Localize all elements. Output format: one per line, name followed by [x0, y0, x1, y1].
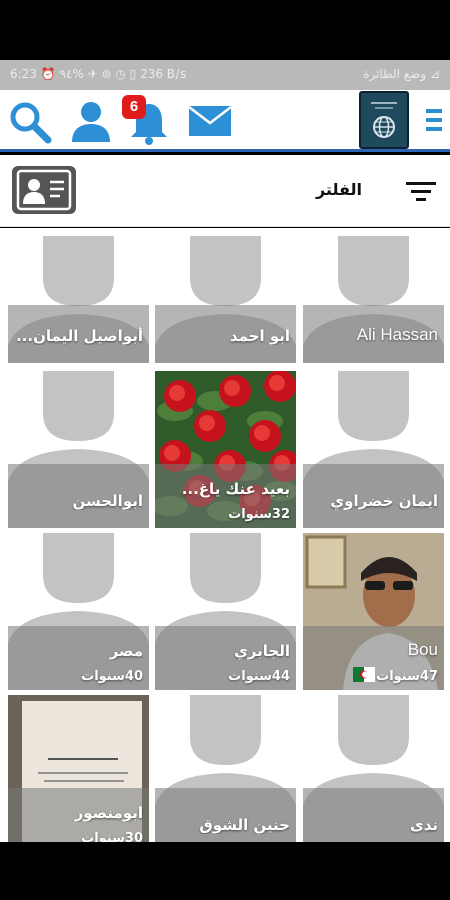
- profile-tile[interactable]: ايمان خضراوي: [303, 371, 444, 528]
- menu-icon[interactable]: [424, 106, 444, 134]
- person-icon[interactable]: [70, 100, 112, 144]
- profile-tile[interactable]: بعيد عنك ياغ... 32سنوات: [155, 371, 296, 528]
- profile-name: Bou: [407, 640, 438, 659]
- profile-name: ندى: [409, 816, 438, 834]
- profile-tile[interactable]: أبواصيل اليمان...: [8, 236, 149, 363]
- mail-icon[interactable]: [188, 105, 232, 137]
- passport-button[interactable]: [359, 91, 409, 149]
- passport-icon: [371, 102, 397, 138]
- bottom-area: [0, 842, 450, 900]
- profile-age: 32سنوات: [228, 507, 290, 522]
- notification-badge: 6: [122, 95, 146, 119]
- profile-name: الجابري: [234, 642, 290, 660]
- profile-name: ابومنصور: [74, 804, 143, 822]
- profile-tile[interactable]: الجابري 44سنوات: [155, 533, 296, 690]
- app-bar: 6: [0, 90, 450, 152]
- status-bar: ‪6:23 ⏰ ‏٩٤%‎ ✈ ⊚ ◷ ▯ 236 B/s وضع الطائر…: [0, 60, 450, 90]
- profile-age: 47سنوات: [376, 669, 438, 684]
- filter-label[interactable]: الفلتر: [316, 180, 362, 199]
- profile-tile[interactable]: Ali Hassan: [303, 236, 444, 363]
- status-right: وضع الطائرة ⊿: [363, 67, 440, 81]
- profile-tile[interactable]: ابو احمد: [155, 236, 296, 363]
- search-icon[interactable]: [8, 100, 52, 144]
- profile-grid: Ali Hassan ابو احمد أبواصيل اليمان... ايمان…: [0, 228, 450, 842]
- profile-name: Ali Hassan: [356, 325, 438, 344]
- profile-tile[interactable]: Bou 47سنوات: [303, 533, 444, 690]
- flag-icon: [353, 667, 375, 682]
- profile-name: ابوالحسن: [72, 492, 143, 510]
- profile-tile[interactable]: حنين الشوق: [155, 695, 296, 842]
- filter-icon[interactable]: [404, 180, 438, 202]
- contact-card-icon: [16, 169, 72, 211]
- profile-tile[interactable]: مصر 40سنوات: [8, 533, 149, 690]
- profile-tile[interactable]: ندى: [303, 695, 444, 842]
- profile-name: ايمان خضراوي: [330, 492, 438, 510]
- contact-card-button[interactable]: [12, 166, 76, 214]
- screen: ‪6:23 ⏰ ‏٩٤%‎ ✈ ⊚ ◷ ▯ 236 B/s وضع الطائر…: [0, 0, 450, 900]
- profile-age: 44سنوات: [228, 669, 290, 684]
- filter-bar: الفلتر: [0, 155, 450, 227]
- profile-age: 30سنوات: [81, 831, 143, 842]
- profile-name: بعيد عنك ياغ...: [181, 480, 290, 498]
- status-left: ‪6:23 ⏰ ‏٩٤%‎ ✈ ⊚ ◷ ▯ 236 B/s: [10, 67, 187, 81]
- profile-age: 40سنوات: [81, 669, 143, 684]
- profile-name: ابو احمد: [229, 327, 290, 345]
- profile-tile[interactable]: ابوالحسن: [8, 371, 149, 528]
- profile-name: أبواصيل اليمان...: [15, 327, 143, 345]
- profile-tile[interactable]: ابومنصور 30سنوات: [8, 695, 149, 842]
- profile-name: مصر: [109, 642, 143, 660]
- profile-name: حنين الشوق: [199, 816, 290, 834]
